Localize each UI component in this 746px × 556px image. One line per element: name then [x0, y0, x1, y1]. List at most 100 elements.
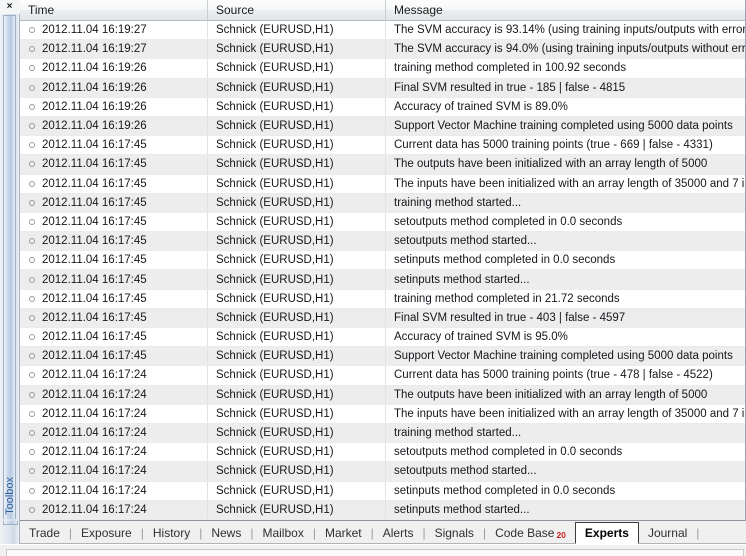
cell-message: training method started... — [394, 427, 522, 440]
tab-code-base[interactable]: Code Base 20 — [486, 523, 575, 543]
cell-source: Schnick (EURUSD,H1) — [208, 328, 386, 347]
cell-source: Schnick (EURUSD,H1) — [208, 232, 386, 251]
cell-source: Schnick (EURUSD,H1) — [208, 21, 386, 40]
table-row[interactable]: 2012.11.04 16:17:24 Schnick (EURUSD,H1) se… — [20, 500, 745, 520]
column-header-message[interactable]: Message — [386, 0, 745, 20]
tab-alerts[interactable]: Alerts — [374, 523, 423, 543]
table-row[interactable]: 2012.11.04 16:19:27 Schnick (EURUSD,H1) Th… — [20, 40, 745, 60]
bullet-icon — [29, 506, 35, 513]
cell-time: 2012.11.04 16:17:24 — [20, 481, 208, 500]
cell-source: Schnick (EURUSD,H1) — [208, 174, 386, 193]
grid-header-row: Time Source Message — [20, 0, 745, 21]
table-row[interactable]: 2012.11.04 16:17:24 Schnick (EURUSD,H1) se… — [20, 443, 745, 463]
cell-time: 2012.11.04 16:17:24 — [20, 443, 208, 462]
table-row[interactable]: 2012.11.04 16:17:24 Schnick (EURUSD,H1) se… — [20, 481, 745, 501]
bullet-icon — [29, 218, 35, 225]
table-row[interactable]: 2012.11.04 16:19:26 Schnick (EURUSD,H1) tr… — [20, 59, 745, 79]
table-row[interactable]: 2012.11.04 16:17:45 Schnick (EURUSD,H1) se… — [20, 212, 745, 233]
cell-source: Schnick (EURUSD,H1) — [208, 347, 386, 366]
tab-separator: | — [696, 525, 700, 540]
column-header-time[interactable]: Time — [20, 0, 208, 20]
tab-experts[interactable]: Experts — [574, 522, 639, 544]
close-icon[interactable]: × — [0, 0, 20, 14]
table-row[interactable]: 2012.11.04 16:17:45 Schnick (EURUSD,H1) Ac… — [20, 328, 745, 348]
table-row[interactable]: 2012.11.04 16:17:45 Schnick (EURUSD,H1) Fi… — [20, 308, 745, 328]
cell-source: Schnick (EURUSD,H1) — [208, 308, 386, 327]
cell-message: Accuracy of trained SVM is 95.0% — [394, 331, 568, 344]
bullet-icon — [29, 103, 35, 110]
table-row[interactable]: 2012.11.04 16:17:45 Schnick (EURUSD,H1) Th… — [20, 174, 745, 194]
cell-message: training method started... — [394, 196, 522, 209]
cell-time-text: 2012.11.04 16:17:24 — [42, 503, 147, 516]
tab-signals[interactable]: Signals — [426, 523, 483, 543]
cell-time-text: 2012.11.04 16:17:45 — [42, 177, 147, 190]
cell-time: 2012.11.04 16:17:45 — [20, 232, 208, 251]
cell-time-text: 2012.11.04 16:17:45 — [42, 350, 147, 363]
column-header-source[interactable]: Source — [208, 0, 386, 20]
cell-source: Schnick (EURUSD,H1) — [208, 385, 386, 404]
table-row[interactable]: 2012.11.04 16:19:27 Schnick (EURUSD,H1) Th… — [20, 21, 745, 41]
table-row[interactable]: 2012.11.04 16:17:45 Schnick (EURUSD,H1) tr… — [20, 289, 745, 309]
table-row[interactable]: 2012.11.04 16:17:45 Schnick (EURUSD,H1) Th… — [20, 155, 745, 175]
cell-time-text: 2012.11.04 16:17:24 — [42, 484, 147, 497]
tab-label: Exposure — [81, 526, 132, 540]
cell-source: Schnick (EURUSD,H1) — [208, 443, 386, 462]
tab-history[interactable]: History — [144, 523, 199, 543]
table-row[interactable]: 2012.11.04 16:17:45 Schnick (EURUSD,H1) se… — [20, 251, 745, 271]
table-row[interactable]: 2012.11.04 16:19:26 Schnick (EURUSD,H1) Ac… — [20, 97, 745, 117]
bullet-icon — [29, 238, 35, 245]
tab-label: Code Base — [495, 526, 555, 540]
bullet-icon — [29, 372, 35, 379]
cell-time-text: 2012.11.04 16:17:45 — [42, 331, 147, 344]
tab-exposure[interactable]: Exposure — [72, 523, 141, 543]
tab-label: News — [211, 526, 242, 540]
tab-mailbox[interactable]: Mailbox — [253, 523, 312, 543]
cell-time-text: 2012.11.04 16:17:24 — [42, 388, 147, 401]
tab-list: Trade | Exposure | History | News | Mailbox | Mark… — [20, 522, 700, 544]
cell-time-text: 2012.11.04 16:19:26 — [42, 62, 147, 75]
cell-time: 2012.11.04 16:17:45 — [20, 289, 208, 308]
cell-time: 2012.11.04 16:19:27 — [20, 21, 208, 40]
table-row[interactable]: 2012.11.04 16:17:45 Schnick (EURUSD,H1) tr… — [20, 193, 745, 213]
bullet-icon — [29, 410, 35, 417]
tab-trade[interactable]: Trade — [20, 523, 69, 543]
table-row[interactable]: 2012.11.04 16:17:24 Schnick (EURUSD,H1) se… — [20, 462, 745, 482]
tab-label: Experts — [584, 526, 629, 540]
cell-time-text: 2012.11.04 16:17:24 — [42, 465, 147, 478]
table-row[interactable]: 2012.11.04 16:17:24 Schnick (EURUSD,H1) Th… — [20, 404, 745, 424]
table-row[interactable]: 2012.11.04 16:17:24 Schnick (EURUSD,H1) tr… — [20, 423, 745, 444]
cell-time-text: 2012.11.04 16:17:45 — [42, 158, 147, 171]
cell-time: 2012.11.04 16:17:24 — [20, 500, 208, 519]
table-row[interactable]: 2012.11.04 16:17:24 Schnick (EURUSD,H1) Cu… — [20, 366, 745, 386]
cell-source: Schnick (EURUSD,H1) — [208, 193, 386, 212]
tab-journal[interactable]: Journal — [639, 523, 696, 543]
cell-message: Current data has 5000 training points (t… — [394, 139, 713, 152]
bullet-icon — [29, 487, 35, 494]
cell-time-text: 2012.11.04 16:17:24 — [42, 369, 147, 382]
cell-time: 2012.11.04 16:17:45 — [20, 328, 208, 347]
cell-time: 2012.11.04 16:17:45 — [20, 347, 208, 366]
bullet-icon — [29, 430, 35, 437]
toolbox-label: Toolbox — [3, 477, 16, 515]
bullet-icon — [29, 142, 35, 149]
table-row[interactable]: 2012.11.04 16:19:26 Schnick (EURUSD,H1) Su… — [20, 116, 745, 137]
tab-market[interactable]: Market — [316, 523, 371, 543]
toolbox-rail-strip[interactable]: Toolbox — [3, 15, 16, 519]
table-row[interactable]: 2012.11.04 16:17:45 Schnick (EURUSD,H1) se… — [20, 270, 745, 290]
cell-time-text: 2012.11.04 16:19:27 — [42, 43, 147, 56]
table-row[interactable]: 2012.11.04 16:17:45 Schnick (EURUSD,H1) Su… — [20, 347, 745, 367]
table-row[interactable]: 2012.11.04 16:17:45 Schnick (EURUSD,H1) se… — [20, 232, 745, 252]
cell-time: 2012.11.04 16:17:45 — [20, 174, 208, 193]
cell-time: 2012.11.04 16:19:26 — [20, 59, 208, 78]
table-row[interactable]: 2012.11.04 16:17:45 Schnick (EURUSD,H1) Cu… — [20, 136, 745, 156]
tab-news[interactable]: News — [202, 523, 250, 543]
bullet-icon — [29, 123, 35, 130]
cell-source: Schnick (EURUSD,H1) — [208, 155, 386, 174]
grid-body[interactable]: 2012.11.04 16:19:27 Schnick (EURUSD,H1) Th… — [20, 21, 745, 521]
cell-message: Support Vector Machine training complete… — [394, 350, 733, 363]
table-row[interactable]: 2012.11.04 16:19:26 Schnick (EURUSD,H1) Fi… — [20, 78, 745, 98]
status-strip — [0, 544, 746, 556]
tab-label: Signals — [434, 526, 474, 540]
table-row[interactable]: 2012.11.04 16:17:24 Schnick (EURUSD,H1) Th… — [20, 385, 745, 405]
cell-source: Schnick (EURUSD,H1) — [208, 366, 386, 385]
